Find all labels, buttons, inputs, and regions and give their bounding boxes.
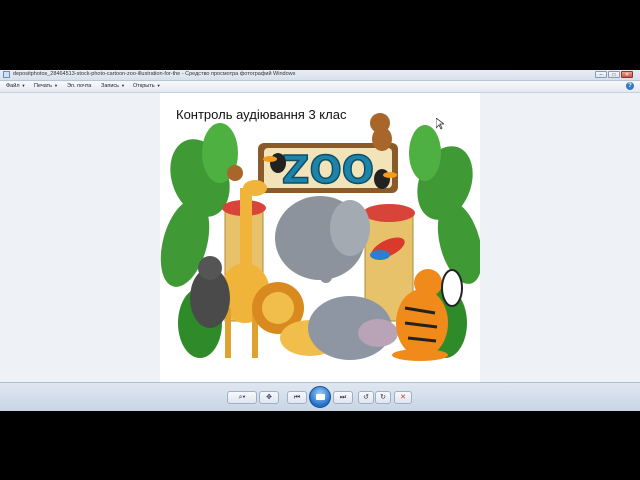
menu-email-label: Эл. почта	[67, 83, 92, 89]
toucan-left	[270, 153, 286, 173]
zoo-illustration: ZOO	[160, 113, 480, 361]
actual-size-icon: ✥	[266, 394, 272, 401]
rotate-right-button[interactable]: ↻	[375, 391, 391, 404]
bottom-toolbar: ⌕▾ ✥ ⏮ ⏭ ↺ ↻ ✕	[0, 382, 640, 411]
close-button[interactable]: ✕	[621, 71, 633, 78]
menu-burn[interactable]: Запись ▼	[101, 83, 125, 89]
monkey-left	[227, 165, 243, 181]
zoom-button[interactable]: ⌕▾	[227, 391, 257, 404]
next-icon: ⏭	[339, 394, 347, 401]
previous-icon: ⏮	[293, 394, 301, 401]
chevron-down-icon: ▼	[21, 83, 26, 88]
slideshow-icon	[316, 394, 325, 400]
maximize-icon: □	[612, 72, 616, 78]
toucan-right	[374, 169, 390, 189]
maximize-button[interactable]: □	[608, 71, 620, 78]
menu-open-label: Открыть	[133, 83, 155, 89]
previous-button[interactable]: ⏮	[287, 391, 307, 404]
menu-file-label: Файл	[6, 83, 20, 89]
close-icon: ✕	[624, 72, 630, 78]
rotate-left-icon: ↺	[363, 394, 369, 401]
tiger	[396, 289, 448, 357]
displayed-photo: ZOO Контроль аудіювання 3 клас	[160, 93, 480, 382]
right-pillar-roof	[363, 204, 415, 222]
app-icon	[3, 71, 10, 78]
zoo-sign-text: ZOO	[282, 148, 374, 192]
slideshow-button[interactable]	[309, 386, 331, 408]
delete-icon: ✕	[400, 394, 406, 401]
menu-bar: Файл ▼ Печать ▼ Эл. почта Запись ▼ Открыть ▼…	[0, 81, 640, 93]
chevron-down-icon: ▼	[121, 83, 126, 88]
menu-file[interactable]: Файл ▼	[6, 83, 26, 89]
menu-burn-label: Запись	[101, 83, 120, 89]
menu-open[interactable]: Открыть ▼	[133, 83, 161, 89]
rotate-right-icon: ↻	[380, 394, 386, 401]
minimize-icon: –	[599, 72, 603, 78]
photo-viewer-window: depositphotos_28464513-stock-photo-carto…	[0, 70, 640, 411]
mouse-cursor-icon	[436, 118, 444, 130]
photo-caption-text: Контроль аудіювання 3 клас	[176, 107, 347, 122]
help-icon[interactable]: ?	[626, 82, 634, 90]
menu-print[interactable]: Печать ▼	[34, 83, 58, 89]
actual-size-button[interactable]: ✥	[259, 391, 279, 404]
zebra	[441, 269, 463, 307]
magnifier-icon: ⌕▾	[238, 394, 246, 401]
menu-print-label: Печать	[34, 83, 53, 89]
rotate-left-button[interactable]: ↺	[358, 391, 374, 404]
menu-email[interactable]: Эл. почта	[67, 83, 91, 89]
chevron-down-icon: ▼	[156, 83, 161, 88]
next-button[interactable]: ⏭	[333, 391, 353, 404]
minimize-button[interactable]: –	[595, 71, 607, 78]
title-bar[interactable]: depositphotos_28464513-stock-photo-carto…	[0, 70, 640, 81]
window-title: depositphotos_28464513-stock-photo-carto…	[13, 71, 296, 77]
delete-button[interactable]: ✕	[394, 391, 412, 404]
chevron-down-icon: ▼	[54, 83, 58, 88]
image-viewport: ZOO Контроль аудіювання 3 клас	[0, 93, 640, 382]
